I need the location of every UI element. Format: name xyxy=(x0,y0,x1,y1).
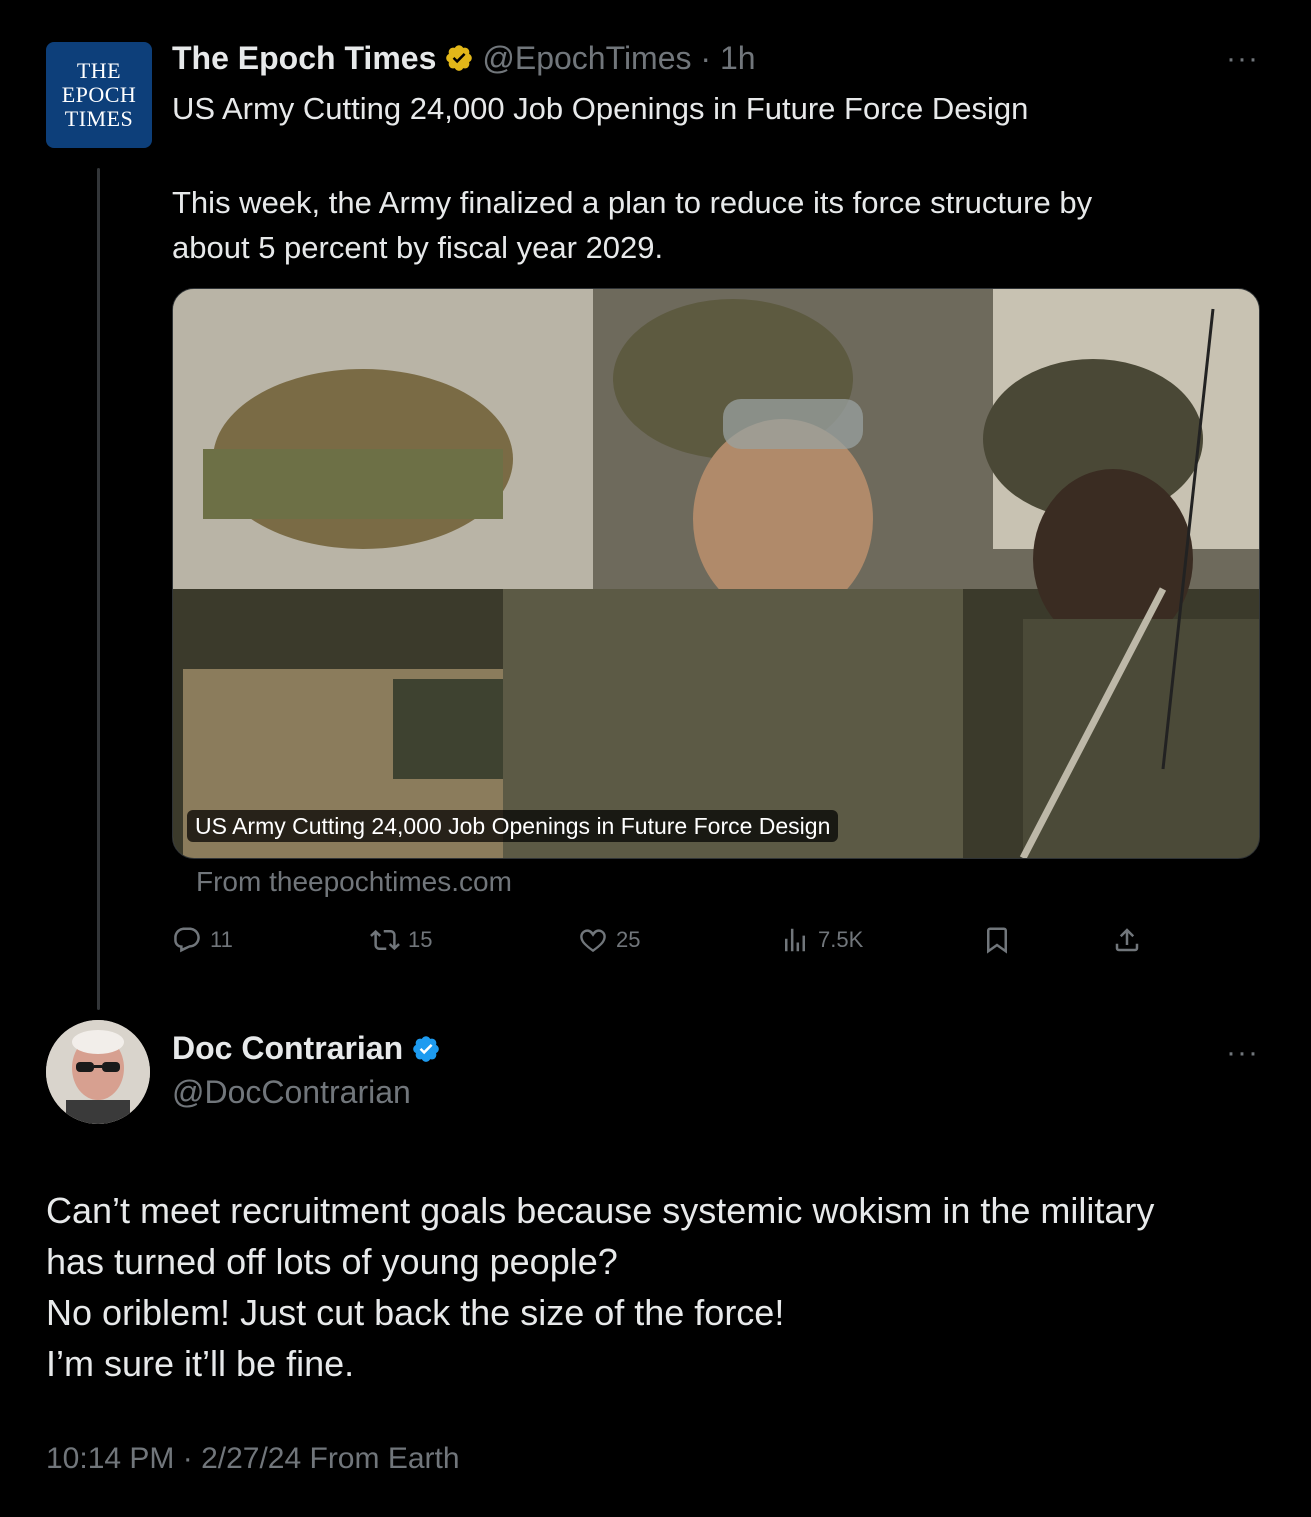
soldiers-photo xyxy=(173,289,1259,858)
views-chart-icon xyxy=(785,928,805,952)
repost-button[interactable]: 15 xyxy=(370,920,432,960)
tweet-body: This week, the Army finalized a plan to … xyxy=(172,185,1093,265)
repost-icon xyxy=(370,929,400,951)
like-button[interactable]: 25 xyxy=(578,920,640,960)
reply-button[interactable]: 11 xyxy=(172,920,233,960)
more-options-icon[interactable]: ··· xyxy=(1226,1036,1259,1070)
avatar-logo-line-2: EPOCH xyxy=(61,82,137,107)
author-name[interactable]: Doc Contrarian xyxy=(172,1030,403,1067)
main-tweet-text: Can’t meet recruitment goals because sys… xyxy=(46,1190,1155,1384)
bookmark-icon xyxy=(987,927,1007,954)
main-tweet-header: Doc Contrarian xyxy=(172,1030,441,1067)
bookmark-button[interactable] xyxy=(982,920,1012,960)
more-options-icon[interactable]: ··· xyxy=(1226,42,1259,76)
reply-count: 11 xyxy=(210,927,233,952)
views-count: 7.5K xyxy=(818,927,864,952)
article-title-overlay: US Army Cutting 24,000 Job Openings in F… xyxy=(187,810,839,842)
tweet-timestamp[interactable]: 10:14 PM · 2/27/24 From Earth xyxy=(46,1442,460,1476)
avatar-logo-line-1: THE xyxy=(76,58,122,83)
verified-blue-badge-icon xyxy=(413,1035,439,1062)
views-button[interactable]: 7.5K xyxy=(780,920,863,960)
epoch-times-avatar[interactable]: THE EPOCH TIMES xyxy=(46,42,152,148)
avatar-logo-line-3: TIMES xyxy=(64,106,134,131)
share-button[interactable] xyxy=(1112,920,1142,960)
share-icon xyxy=(1115,928,1139,952)
article-source-link[interactable]: From theepochtimes.com xyxy=(196,866,512,898)
reply-icon xyxy=(174,927,200,953)
article-card-image[interactable]: US Army Cutting 24,000 Job Openings in F… xyxy=(172,288,1260,859)
thread-connector-line xyxy=(97,168,100,1010)
author-handle-and-time[interactable]: @EpochTimes · 1h xyxy=(482,40,755,77)
profile-photo xyxy=(46,1020,150,1124)
quoted-tweet-header: The Epoch Times @EpochTimes · 1h xyxy=(172,38,756,78)
tweet-headline: US Army Cutting 24,000 Job Openings in F… xyxy=(172,91,1029,126)
repost-count: 15 xyxy=(408,927,433,952)
doc-contrarian-avatar[interactable] xyxy=(46,1020,150,1124)
verified-gold-badge-icon xyxy=(446,45,473,71)
heart-icon xyxy=(580,929,606,953)
author-name[interactable]: The Epoch Times xyxy=(172,40,436,77)
author-handle[interactable]: @DocContrarian xyxy=(172,1074,411,1111)
like-count: 25 xyxy=(616,927,641,952)
